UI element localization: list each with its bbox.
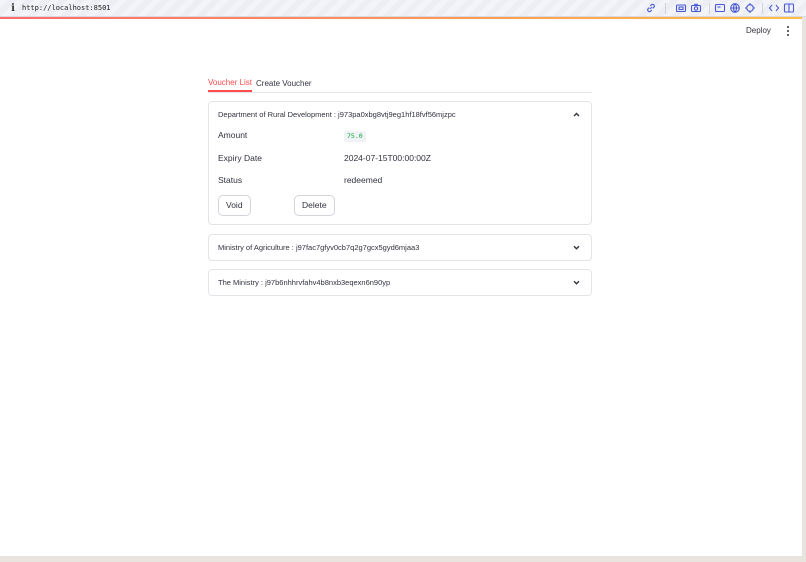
app-viewport: Deploy Voucher List Create Voucher Depar… [0,17,802,556]
voucher-title: Department of Rural Development : j973pa… [218,110,456,119]
delete-button[interactable]: Delete [294,195,335,216]
header-decoration [0,17,802,19]
window-icon[interactable] [714,2,726,14]
toolbar-separator [665,3,666,14]
toolbar-separator [762,3,763,14]
toolbar-separator [709,3,710,14]
expiry-date-label: Expiry Date [218,153,262,163]
tab-create-voucher[interactable]: Create Voucher [256,76,312,92]
void-button[interactable]: Void [218,195,251,216]
screenshot-icon[interactable] [675,2,687,14]
voucher-expander: The Ministry : j97b6nhhrvfahv4b8nxb3eqex… [208,269,592,296]
voucher-expander-header[interactable]: Ministry of Agriculture : j97fac7gfyv0cb… [209,235,591,261]
voucher-expander-header[interactable]: Department of Rural Development : j973pa… [209,102,591,128]
amount-label: Amount [218,130,248,140]
browser-toolbar: i http://localhost:8501 [0,0,806,17]
chevron-up-icon[interactable] [572,110,581,119]
main-menu-icon[interactable] [784,25,792,37]
chevron-down-icon[interactable] [572,278,581,287]
globe-icon[interactable] [729,2,741,14]
code-icon[interactable] [768,2,780,14]
tab-bar: Voucher List Create Voucher [208,74,592,93]
deploy-button[interactable]: Deploy [746,25,771,37]
voucher-expander: Department of Rural Development : j973pa… [208,101,592,225]
crosshair-icon[interactable] [744,2,756,14]
voucher-expander: Ministry of Agriculture : j97fac7gfyv0cb… [208,234,592,261]
voucher-title: The Ministry : j97b6nhhrvfahv4b8nxb3eqex… [218,278,391,287]
voucher-expander-header[interactable]: The Ministry : j97b6nhhrvfahv4b8nxb3eqex… [209,270,591,296]
address-bar[interactable]: http://localhost:8501 [22,3,111,14]
link-icon[interactable] [645,2,657,14]
status-value: redeemed [344,175,383,185]
status-label: Status [218,175,243,185]
expiry-date-value: 2024-07-15T00:00:00Z [344,153,431,163]
split-view-icon[interactable] [783,2,795,14]
site-info-icon[interactable]: i [8,3,18,14]
tab-voucher-list[interactable]: Voucher List [208,76,253,92]
camera-icon[interactable] [690,2,702,14]
voucher-title: Ministry of Agriculture : j97fac7gfyv0cb… [218,243,420,252]
chevron-down-icon[interactable] [572,243,581,252]
amount-value: 75.0 [344,131,366,142]
